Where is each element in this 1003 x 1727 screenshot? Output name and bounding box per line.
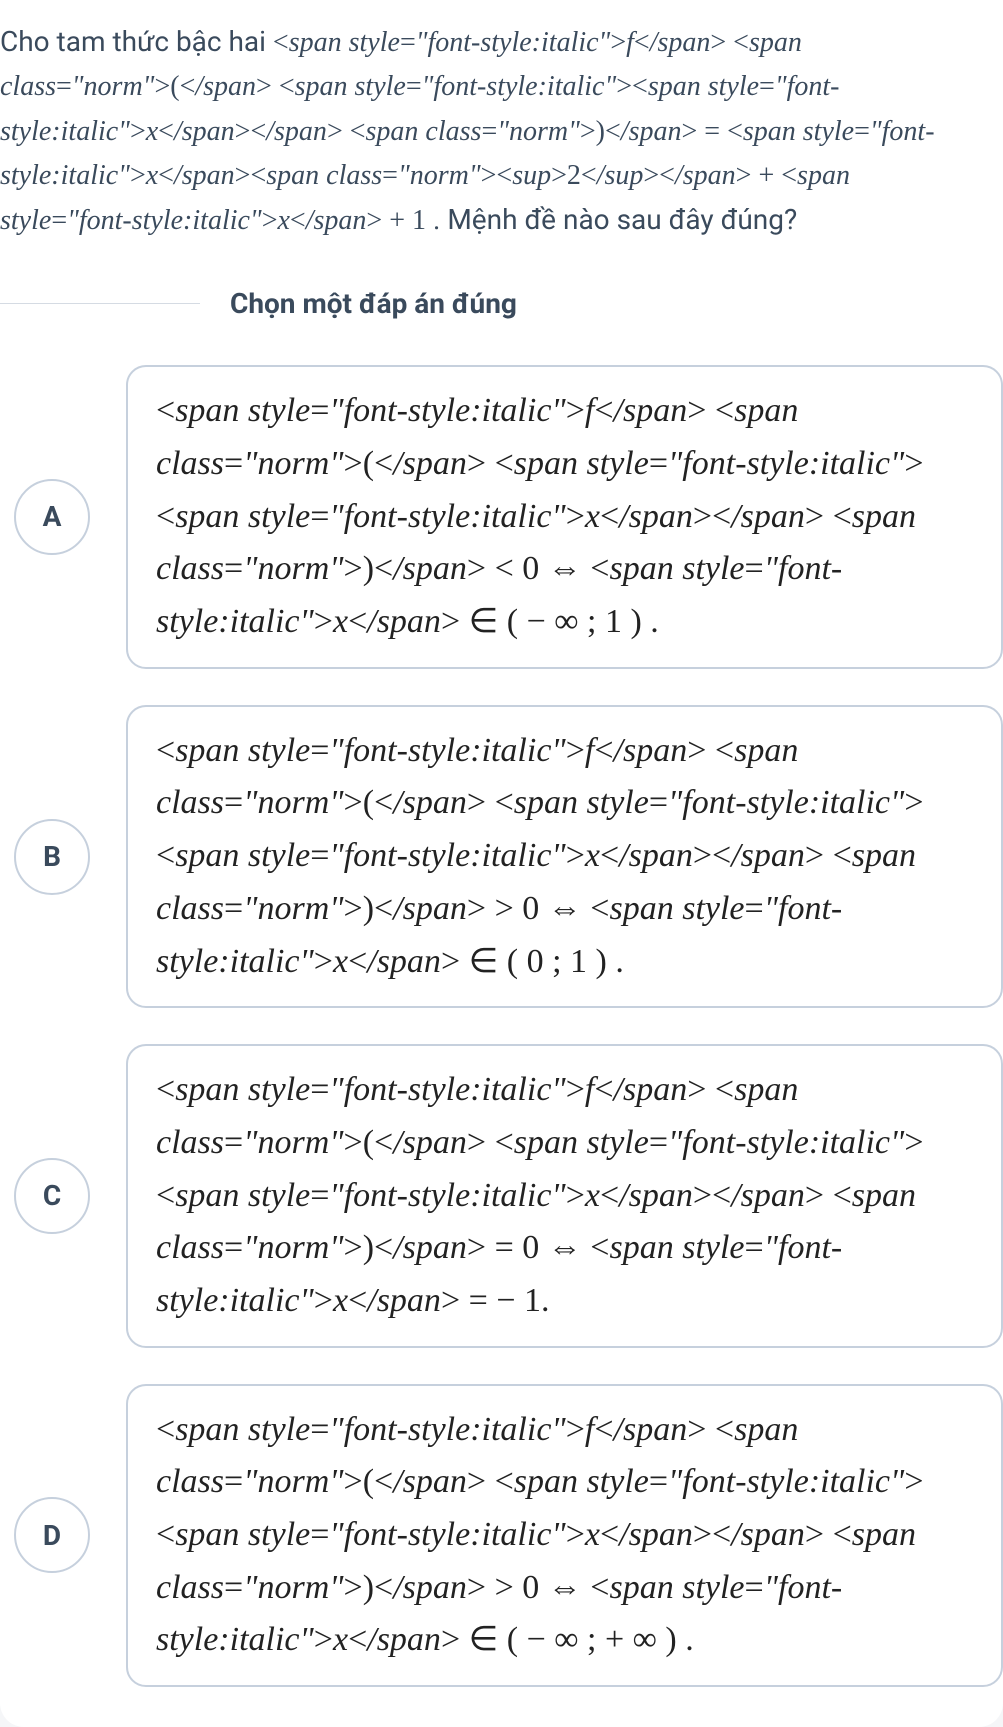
- option-d-label: D: [14, 1497, 90, 1573]
- option-c[interactable]: C <span style="font-style:italic">f</spa…: [14, 1044, 1003, 1347]
- option-a[interactable]: A <span style="font-style:italic">f</spa…: [14, 365, 1003, 668]
- prompt-label: Chọn một đáp án đúng: [230, 282, 517, 325]
- option-c-box: <span style="font-style:italic">f</span>…: [126, 1044, 1003, 1347]
- prompt-row: Chọn một đáp án đúng: [0, 282, 1003, 325]
- option-a-label: A: [14, 479, 90, 555]
- options-list: A <span style="font-style:italic">f</spa…: [0, 365, 1003, 1687]
- divider-line: [0, 303, 200, 304]
- option-a-box: <span style="font-style:italic">f</span>…: [126, 365, 1003, 668]
- option-b[interactable]: B <span style="font-style:italic">f</spa…: [14, 705, 1003, 1008]
- question-suffix: . Mệnh đề nào sau đây đúng?: [433, 203, 797, 236]
- option-b-label: B: [14, 819, 90, 895]
- question-text: Cho tam thức bậc hai <span style="font-s…: [0, 0, 1003, 272]
- option-b-box: <span style="font-style:italic">f</span>…: [126, 705, 1003, 1008]
- option-c-label: C: [14, 1158, 90, 1234]
- option-d[interactable]: D <span style="font-style:italic">f</spa…: [14, 1384, 1003, 1687]
- option-d-box: <span style="font-style:italic">f</span>…: [126, 1384, 1003, 1687]
- question-prefix: Cho tam thức bậc hai: [0, 25, 273, 58]
